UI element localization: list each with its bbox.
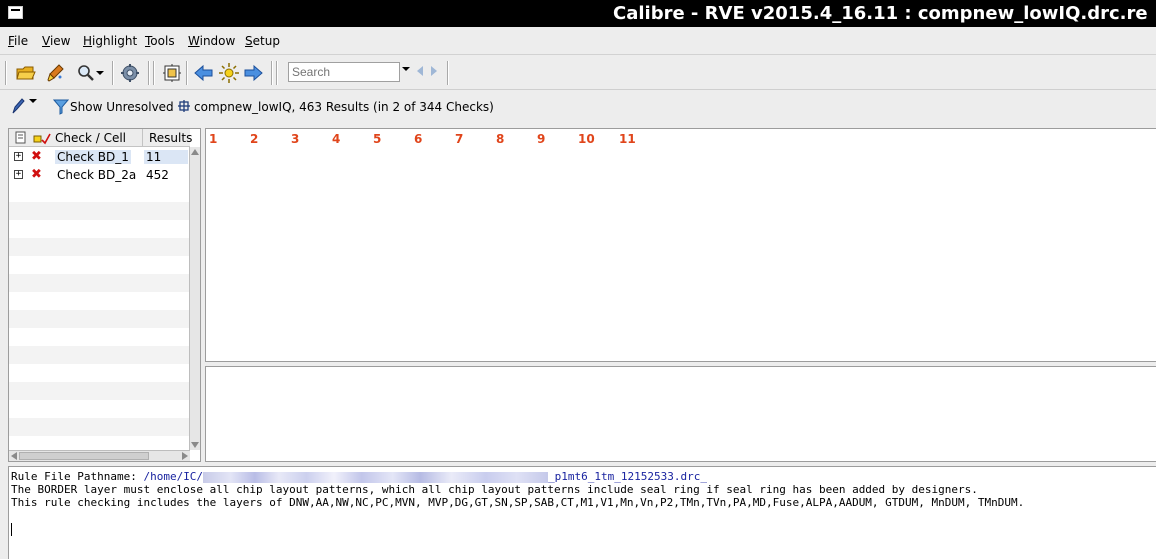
tree-vertical-scrollbar[interactable] [189, 147, 200, 450]
menu-window-label: indow [199, 34, 236, 48]
search-next-icon[interactable] [431, 66, 437, 76]
window-title: Calibre - RVE v2015.4_16.11 : compnew_lo… [613, 3, 1148, 24]
tree-row-check-bd-1[interactable]: + ✖ Check BD_1 11 [9, 148, 190, 166]
results-toolbar: Show Unresolved compnew_lowIQ, 463 Resul… [0, 91, 1156, 124]
toolbar-separator [447, 61, 449, 85]
menu-highlight[interactable]: Highlight [83, 34, 137, 48]
check-result-count: 11 [144, 150, 188, 164]
toolbar-separator [112, 61, 114, 85]
magnifier-icon[interactable] [75, 62, 97, 84]
menu-view-label: iew [49, 34, 71, 48]
properties-icon[interactable] [15, 131, 27, 144]
rule-file-pathname-line: Rule File Pathname: /home/IC/ _p1mt6_1tm_… [11, 470, 707, 483]
pen-icon[interactable] [10, 97, 26, 115]
tree-row-check-bd-2a[interactable]: + ✖ Check BD_2a 452 [9, 166, 190, 184]
expand-icon[interactable]: + [14, 170, 23, 179]
rule-description-line: The BORDER layer must enclose all chip l… [11, 483, 978, 496]
scroll-thumb[interactable] [19, 452, 149, 460]
results-column-9[interactable]: 9 [537, 132, 545, 146]
check-tree-panel: Check / Cell Results + ✖ Check BD_1 11 +… [8, 128, 201, 462]
chevron-down-icon[interactable] [28, 98, 38, 106]
menu-highlight-label: ighlight [92, 34, 138, 48]
database-icon [178, 100, 190, 112]
results-column-10[interactable]: 10 [578, 132, 595, 146]
rule-file-path-prefix[interactable]: /home/IC/ [143, 470, 203, 483]
results-column-8[interactable]: 8 [496, 132, 504, 146]
menu-setup-mnemonic: S [245, 34, 253, 48]
main-toolbar [0, 56, 1156, 90]
scroll-right-icon[interactable] [182, 452, 188, 460]
toolbar-separator [148, 61, 150, 85]
layout-icon[interactable] [161, 62, 183, 84]
check-tree-rows: + ✖ Check BD_1 11 + ✖ Check BD_2a 452 [9, 148, 190, 451]
redacted-path-segment [203, 471, 549, 483]
column-divider [142, 129, 143, 147]
expand-icon[interactable]: + [14, 152, 23, 161]
scroll-down-icon[interactable] [191, 442, 199, 448]
chevron-down-icon[interactable] [95, 62, 105, 84]
menu-file[interactable]: File [8, 34, 28, 48]
show-unresolved-button[interactable]: Show Unresolved [70, 100, 174, 114]
error-x-icon: ✖ [31, 149, 42, 164]
calibre-rve-window: Calibre - RVE v2015.4_16.11 : compnew_lo… [0, 0, 1156, 559]
menu-setup-label: etup [252, 34, 280, 48]
tree-horizontal-scrollbar[interactable] [9, 450, 190, 461]
open-folder-icon[interactable] [15, 62, 37, 84]
menu-bar: File View Highlight Tools Window Setup [0, 29, 1156, 55]
results-table-panel: 1 2 3 4 5 6 7 8 9 10 11 [205, 128, 1156, 362]
results-column-4[interactable]: 4 [332, 132, 340, 146]
menu-setup[interactable]: Setup [245, 34, 280, 48]
check-tree-header: Check / Cell Results [9, 129, 192, 147]
menu-tools-label: ools [150, 34, 175, 48]
rule-file-pathname-label: Rule File Pathname: [11, 470, 144, 483]
sun-icon[interactable] [218, 62, 240, 84]
toolbar-separator [276, 61, 278, 85]
search-dropdown-icon[interactable] [401, 64, 411, 74]
toolbar-separator [271, 61, 273, 85]
results-column-7[interactable]: 7 [455, 132, 463, 146]
search-input[interactable] [288, 62, 400, 82]
highlight-brush-icon[interactable] [45, 62, 67, 84]
results-column-header[interactable]: Results [149, 131, 192, 145]
row-stripes [9, 202, 190, 436]
window-menu-icon[interactable] [8, 6, 23, 19]
check-cell-column-header[interactable]: Check / Cell [55, 131, 126, 145]
text-cursor [11, 523, 12, 536]
check-name: Check BD_1 [55, 150, 131, 164]
results-column-3[interactable]: 3 [291, 132, 299, 146]
check-name: Check BD_2a [57, 168, 137, 182]
error-x-icon: ✖ [31, 167, 42, 182]
check-filter-icon[interactable] [33, 131, 51, 145]
menu-tools[interactable]: Tools [145, 34, 175, 48]
menu-window[interactable]: Window [188, 34, 235, 48]
title-bar: Calibre - RVE v2015.4_16.11 : compnew_lo… [0, 0, 1156, 27]
search-previous-icon[interactable] [417, 66, 423, 76]
rule-file-path-suffix[interactable]: _p1mt6_1tm_12152533.drc_ [548, 470, 707, 483]
scroll-left-icon[interactable] [11, 452, 17, 460]
arrow-right-icon[interactable] [242, 62, 264, 84]
menu-view[interactable]: View [42, 34, 70, 48]
toolbar-separator [5, 61, 7, 85]
results-column-6[interactable]: 6 [414, 132, 422, 146]
results-column-1[interactable]: 1 [209, 132, 217, 146]
results-column-2[interactable]: 2 [250, 132, 258, 146]
menu-window-mnemonic: W [188, 34, 200, 48]
menu-file-label: ile [14, 34, 29, 48]
result-detail-panel[interactable] [205, 366, 1156, 462]
menu-highlight-mnemonic: H [83, 34, 93, 48]
rule-layers-line: This rule checking includes the layers o… [11, 496, 1025, 509]
results-summary: compnew_lowIQ, 463 Results (in 2 of 344 … [194, 100, 494, 114]
scroll-up-icon[interactable] [191, 149, 199, 155]
menu-view-mnemonic: V [42, 34, 50, 48]
results-column-11[interactable]: 11 [619, 132, 636, 146]
check-result-count: 452 [146, 168, 169, 182]
check-text-panel[interactable]: Rule File Pathname: /home/IC/ _p1mt6_1tm_… [8, 466, 1156, 559]
settings-gear-icon[interactable] [119, 62, 141, 84]
results-column-5[interactable]: 5 [373, 132, 381, 146]
toolbar-separator [153, 61, 155, 85]
arrow-left-icon[interactable] [193, 62, 215, 84]
toolbar-separator [186, 61, 188, 85]
filter-icon[interactable] [53, 98, 69, 115]
